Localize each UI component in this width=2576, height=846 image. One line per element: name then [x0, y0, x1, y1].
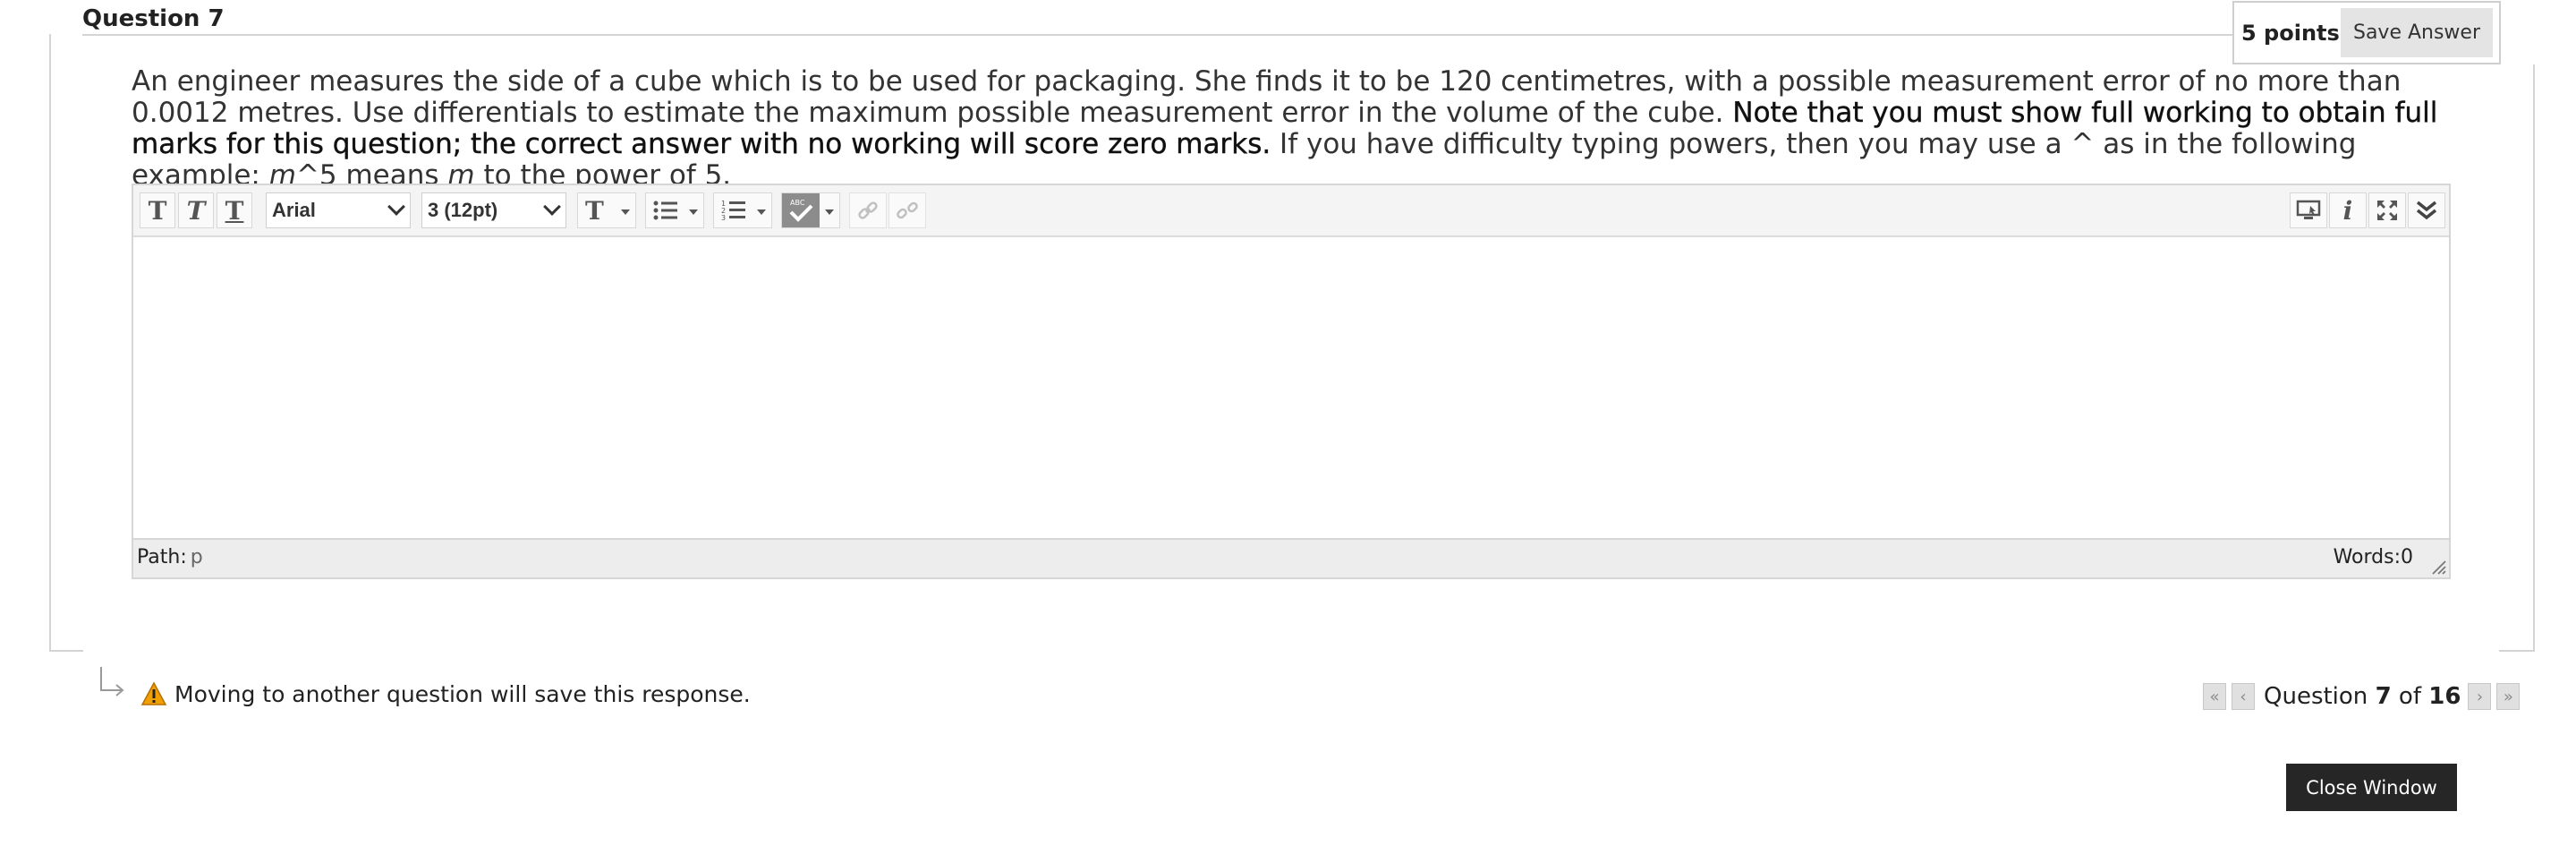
chevron-right-icon: › [2476, 687, 2484, 706]
answer-editor: T T T Arial 3 (12pt) T 1 2 3 ABC i Path:… [132, 184, 2451, 579]
nav-current: 7 [2375, 683, 2392, 710]
italic-icon: T [186, 195, 206, 226]
bold-icon: T [148, 195, 167, 226]
path-indicator: Path: p [137, 546, 203, 568]
fullscreen-button[interactable] [2368, 192, 2406, 228]
nav-prefix: Question [2264, 683, 2376, 710]
path-label: Path: [137, 546, 187, 568]
next-question-button[interactable]: › [2468, 683, 2492, 710]
editor-content-area[interactable] [133, 237, 2449, 540]
text-color-icon: T [585, 195, 604, 226]
link-icon [858, 201, 878, 219]
nav-of: of [2391, 683, 2429, 710]
last-question-button[interactable]: » [2496, 683, 2521, 710]
spellcheck-icon: ABC [782, 193, 820, 227]
chevron-down-icon [543, 198, 561, 216]
font-size-value: 3 (12pt) [428, 199, 498, 221]
save-answer-button[interactable]: Save Answer [2341, 8, 2493, 57]
word-count: Words:0 [2333, 546, 2413, 568]
previous-question-button[interactable]: ‹ [2232, 683, 2255, 710]
caret-down-icon [757, 209, 766, 215]
numbered-list-icon: 1 2 3 [721, 200, 745, 222]
warning-text: Moving to another question will save thi… [174, 680, 751, 707]
bullet-list-button[interactable] [645, 192, 704, 228]
svg-text:3: 3 [721, 214, 726, 222]
resize-grip-icon[interactable] [2429, 558, 2447, 576]
first-question-button[interactable]: « [2203, 683, 2226, 710]
preview-button[interactable] [2290, 192, 2327, 228]
italic-button[interactable]: T [178, 192, 214, 228]
spellcheck-button[interactable]: ABC [781, 192, 840, 228]
unlink-icon [897, 201, 918, 219]
bullet-list-icon [653, 201, 677, 220]
save-warning: Moving to another question will save thi… [140, 679, 751, 709]
frame-right-border [2533, 64, 2535, 652]
chevron-down-icon [387, 198, 405, 216]
underline-icon: T [225, 195, 244, 226]
caret-down-icon [689, 209, 698, 215]
text-color-button[interactable]: T [577, 192, 636, 228]
caret-down-icon [621, 209, 630, 215]
question-text: An engineer measures the side of a cube … [132, 66, 2458, 192]
info-icon: i [2342, 195, 2353, 226]
info-button[interactable]: i [2329, 192, 2367, 228]
unlink-button[interactable] [888, 192, 926, 228]
font-family-value: Arial [272, 199, 316, 221]
close-window-button[interactable]: Close Window [2286, 764, 2457, 811]
preview-icon [2296, 200, 2321, 219]
collapse-toolbar-button[interactable] [2408, 192, 2445, 228]
svg-text:ABC: ABC [790, 199, 805, 207]
fullscreen-icon [2377, 201, 2397, 220]
frame-bottom-left-border [49, 650, 83, 652]
question-navigation: « ‹ Question 7 of 16 › » [2203, 682, 2525, 711]
warning-icon [140, 681, 167, 705]
points-box: 5 points Save Answer [2232, 1, 2501, 64]
frame-left-border [49, 34, 51, 652]
question-title: Question 7 [82, 5, 225, 32]
nav-total: 16 [2428, 683, 2461, 710]
font-family-select[interactable]: Arial [266, 192, 411, 228]
font-size-select[interactable]: 3 (12pt) [421, 192, 566, 228]
collapse-toolbar-icon [2416, 201, 2437, 220]
question-header: Question 7 [82, 0, 2237, 36]
numbered-list-button[interactable]: 1 2 3 [713, 192, 772, 228]
underline-button[interactable]: T [217, 192, 252, 228]
editor-toolbar: T T T Arial 3 (12pt) T 1 2 3 ABC i [133, 185, 2449, 237]
chevron-left-icon: ‹ [2240, 687, 2247, 706]
path-value[interactable]: p [191, 546, 203, 568]
double-chevron-left-icon: « [2209, 687, 2220, 706]
points-label: 5 points [2241, 21, 2340, 46]
link-button[interactable] [849, 192, 887, 228]
editor-statusbar: Path: p Words:0 [133, 538, 2449, 577]
frame-bottom-right-border [2499, 650, 2535, 652]
double-chevron-right-icon: » [2503, 687, 2513, 706]
bold-button[interactable]: T [140, 192, 175, 228]
corner-arrow-icon [100, 667, 124, 696]
question-position: Question 7 of 16 [2264, 683, 2461, 710]
caret-down-icon [825, 209, 834, 215]
